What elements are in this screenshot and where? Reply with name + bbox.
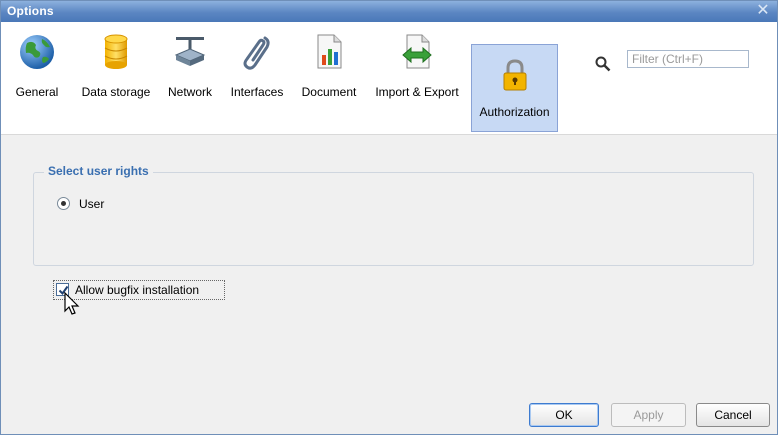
globe-icon: [20, 35, 54, 69]
mouse-cursor-icon: [64, 292, 80, 315]
tab-interfaces-label: Interfaces: [230, 85, 284, 99]
user-rights-group-title: Select user rights: [44, 164, 153, 178]
title-bar[interactable]: Options ✕: [1, 1, 777, 22]
tab-authorization[interactable]: Authorization: [471, 44, 558, 132]
tab-network-label: Network: [167, 85, 212, 99]
document-chart-icon: [317, 34, 342, 69]
tab-authorization-label: Authorization: [479, 105, 550, 119]
user-rights-group: [33, 172, 754, 266]
tab-document[interactable]: Document: [296, 23, 362, 133]
close-icon[interactable]: ✕: [755, 3, 771, 19]
cancel-button[interactable]: Cancel: [696, 403, 770, 427]
filter-input[interactable]: [627, 50, 749, 68]
allow-bugfix-label: Allow bugfix installation: [75, 283, 200, 297]
user-radio-label[interactable]: User: [79, 197, 104, 211]
import-export-icon: [402, 34, 432, 69]
window-title: Options: [7, 4, 54, 18]
tab-document-label: Document: [301, 85, 357, 99]
tab-data-storage[interactable]: Data storage: [76, 23, 156, 133]
ok-button[interactable]: OK: [529, 403, 599, 427]
apply-button[interactable]: Apply: [611, 403, 686, 427]
paperclip-icon: [243, 36, 270, 70]
tab-network[interactable]: Network: [163, 23, 217, 133]
lock-icon: [503, 59, 526, 91]
tab-import-export[interactable]: Import & Export: [368, 23, 466, 133]
tab-general[interactable]: General: [15, 23, 59, 133]
network-icon: [174, 37, 206, 66]
tab-import-export-label: Import & Export: [375, 85, 459, 99]
database-icon: [104, 34, 128, 69]
user-radio[interactable]: [57, 197, 70, 210]
tab-data-storage-label: Data storage: [81, 85, 151, 99]
search-icon: [595, 56, 611, 72]
tab-general-label: General: [15, 85, 59, 99]
tab-interfaces[interactable]: Interfaces: [224, 23, 290, 133]
